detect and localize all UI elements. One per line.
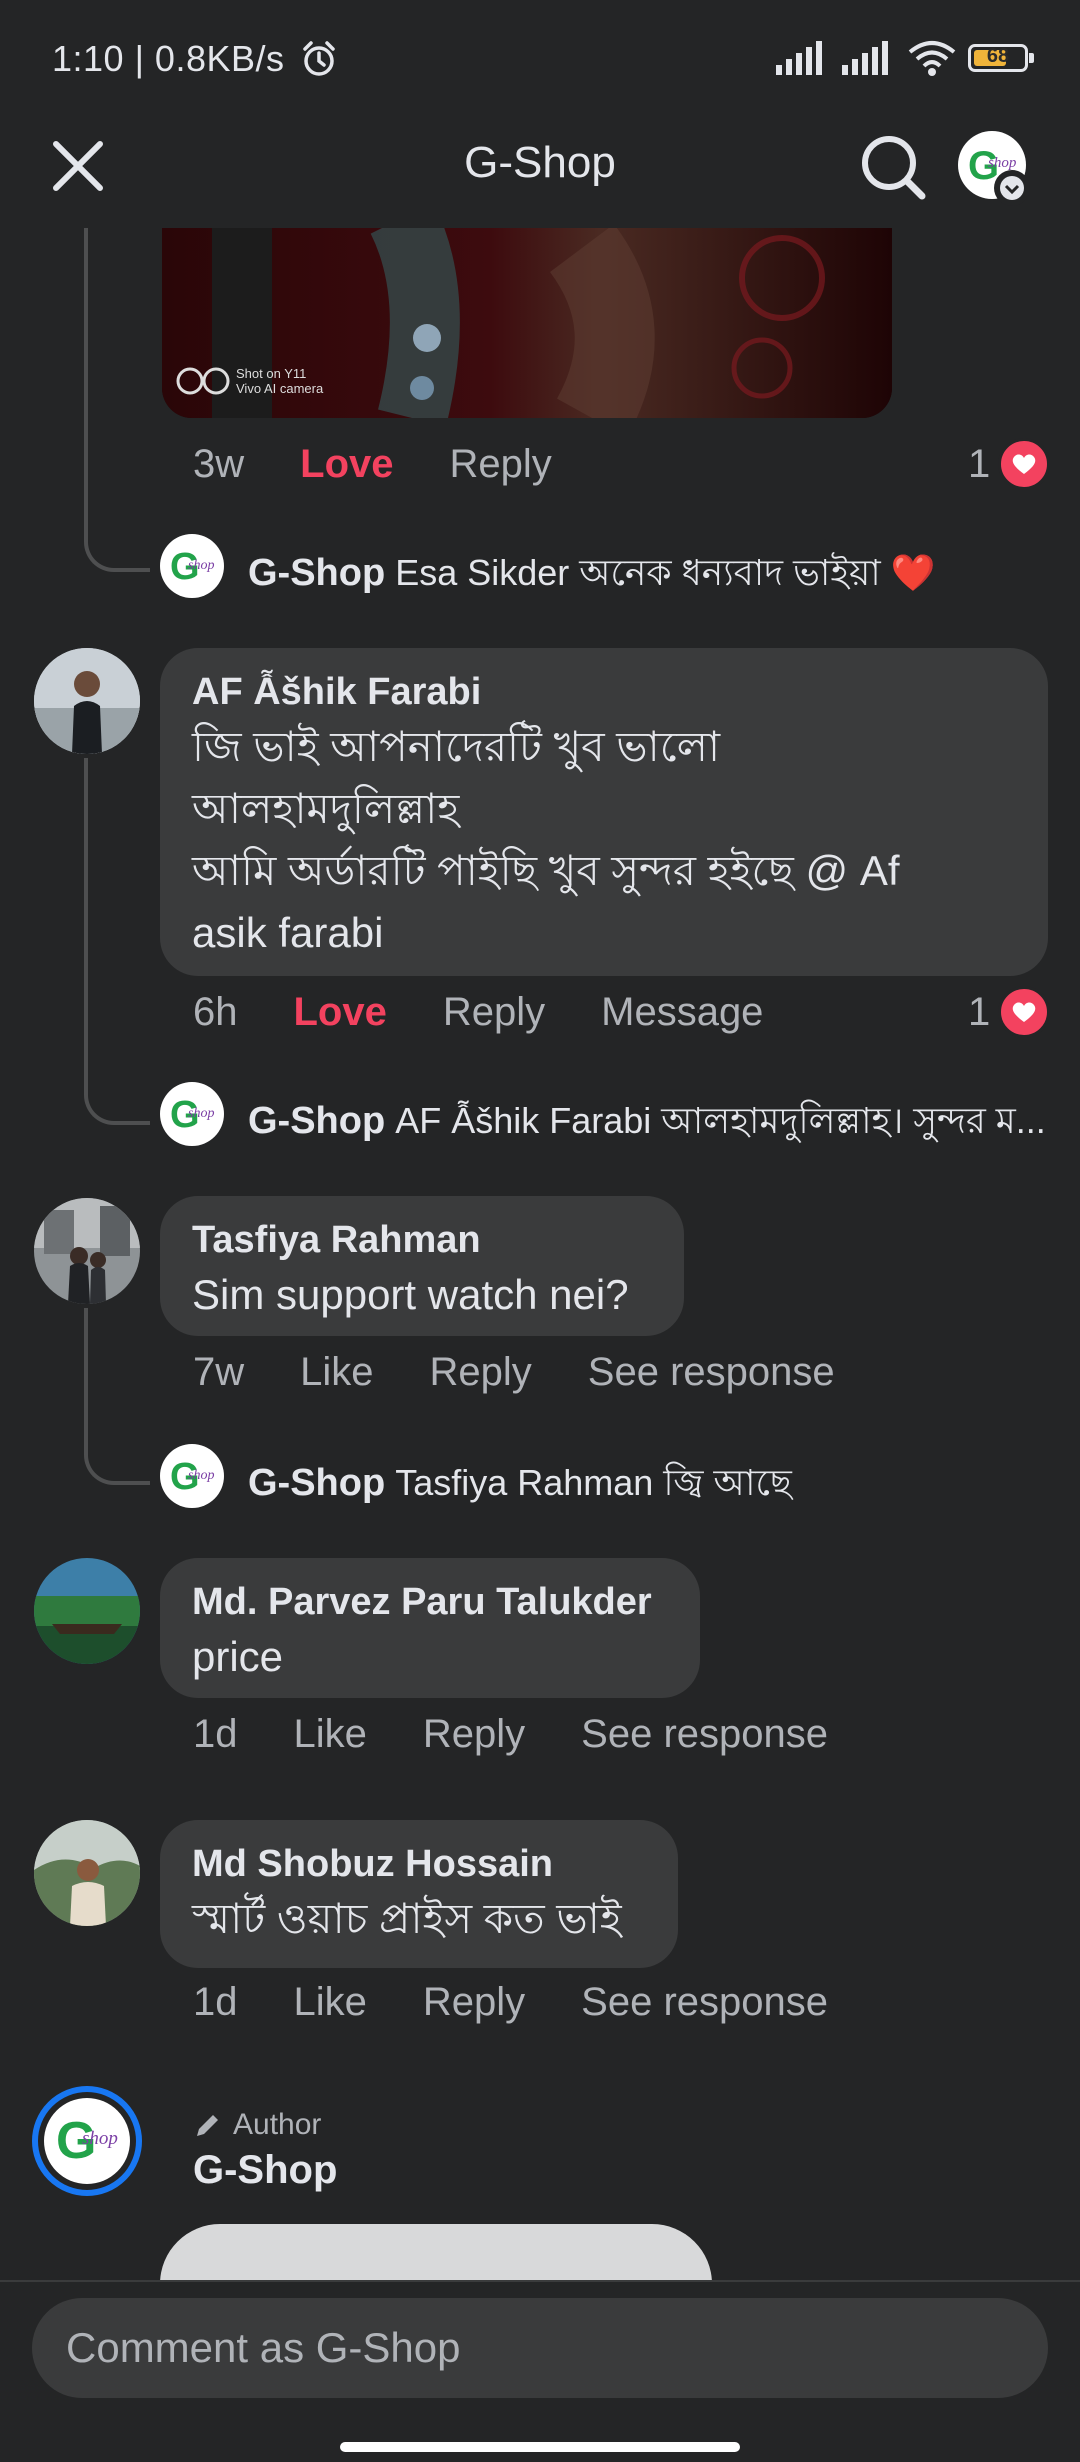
heart-icon bbox=[998, 438, 1051, 490]
page-reply[interactable]: G-Shop AF Ẫšhik Farabi আলহামদুলিল্লাহ। সু… bbox=[248, 1094, 1048, 1154]
comment-time: 3w bbox=[193, 442, 245, 486]
avatar[interactable] bbox=[34, 1198, 140, 1304]
author-avatar-ring[interactable]: G shop bbox=[32, 2086, 142, 2196]
thread-connector bbox=[84, 228, 150, 572]
signal-icon bbox=[776, 41, 822, 75]
gshop-avatar[interactable]: G shop bbox=[160, 534, 224, 598]
comment-text: জি ভাই আপনাদেরটি খুব ভালো bbox=[192, 723, 721, 770]
comment-text: আলহামদুলিল্লাহ bbox=[192, 785, 460, 832]
comment-text: asik farabi bbox=[192, 909, 384, 956]
comment-author[interactable]: Md Shobuz Hossain bbox=[192, 1840, 646, 1888]
author-comment-bubble[interactable] bbox=[160, 2224, 712, 2280]
comment-actions: 3w Love Reply bbox=[193, 442, 608, 487]
author-name[interactable]: G-Shop bbox=[193, 2148, 337, 2193]
comment-photo[interactable]: Shot on Y11 Vivo AI camera bbox=[162, 228, 892, 418]
gshop-avatar: G shop bbox=[44, 2098, 130, 2184]
svg-text:shop: shop bbox=[188, 558, 214, 573]
love-button[interactable]: Love bbox=[294, 990, 387, 1035]
avatar[interactable] bbox=[34, 1558, 140, 1664]
reply-text: Esa Sikder অনেক ধন্যবাদ ভাইয়া ❤️ bbox=[395, 552, 936, 593]
comment-author[interactable]: Tasfiya Rahman bbox=[192, 1216, 652, 1264]
author-badge: Author bbox=[193, 2108, 321, 2142]
like-button[interactable]: Like bbox=[294, 1980, 367, 2025]
reply-text: Tasfiya Rahman জ্বি আছে bbox=[395, 1462, 792, 1503]
reply-text: AF Ẫšhik Farabi আলহামদুলিল্লাহ। সুন্দর ম… bbox=[395, 1100, 1046, 1141]
comment-bubble[interactable]: Md. Parvez Paru Talukder price bbox=[160, 1558, 700, 1698]
avatar[interactable] bbox=[34, 1820, 140, 1926]
reply-button[interactable]: Reply bbox=[450, 442, 552, 487]
search-icon[interactable] bbox=[858, 132, 928, 202]
comments-list[interactable]: Shot on Y11 Vivo AI camera 3w Love Reply… bbox=[0, 228, 1080, 2280]
comment-time: 6h bbox=[193, 990, 238, 1034]
app-bar: G-Shop G shop bbox=[0, 128, 1080, 228]
status-icons: 68 bbox=[776, 40, 1034, 76]
battery-icon: 68 bbox=[968, 44, 1034, 72]
comment-time: 1d bbox=[193, 1980, 238, 2024]
svg-text:shop: shop bbox=[188, 1468, 214, 1483]
thread-connector bbox=[84, 1308, 150, 1485]
camera-logo-icon bbox=[176, 367, 230, 395]
comment-bubble[interactable]: Tasfiya Rahman Sim support watch nei? bbox=[160, 1196, 684, 1336]
like-button[interactable]: Like bbox=[300, 1350, 373, 1395]
comment-composer: Comment as G-Shop bbox=[0, 2280, 1080, 2462]
page-reply[interactable]: G-Shop Tasfiya Rahman জ্বি আছে bbox=[248, 1456, 1048, 1516]
alarm-icon bbox=[303, 41, 335, 76]
status-bar: 1:10 | 0.8KB/s 68 bbox=[0, 0, 1080, 128]
comment-actions: 6h Love Reply Message bbox=[193, 990, 819, 1035]
signal-icon bbox=[842, 41, 888, 75]
love-button[interactable]: Love bbox=[300, 442, 393, 487]
status-time: 1:10 | 0.8KB/s bbox=[52, 38, 339, 80]
comment-bubble[interactable]: Md Shobuz Hossain স্মার্ট ওয়াচ প্রাইস ক… bbox=[160, 1820, 678, 1968]
pencil-icon bbox=[197, 2115, 218, 2136]
gshop-avatar[interactable]: G shop bbox=[160, 1444, 224, 1508]
wifi-icon bbox=[908, 41, 956, 76]
comment-input[interactable]: Comment as G-Shop bbox=[32, 2298, 1048, 2398]
like-button[interactable]: Like bbox=[294, 1712, 367, 1757]
svg-text:shop: shop bbox=[988, 155, 1017, 171]
comment-time: 1d bbox=[193, 1712, 238, 1756]
comment-author[interactable]: Md. Parvez Paru Talukder bbox=[192, 1578, 668, 1626]
comment-actions: 1d Like Reply See response bbox=[193, 1712, 884, 1757]
comment-actions: 7w Like Reply See response bbox=[193, 1350, 891, 1395]
comment-text: স্মার্ট ওয়াচ প্রাইস কত ভাই bbox=[192, 1895, 622, 1942]
reply-author: G-Shop bbox=[248, 1462, 386, 1504]
comment-text: Sim support watch nei? bbox=[192, 1271, 629, 1318]
gshop-avatar[interactable]: G shop bbox=[160, 1082, 224, 1146]
comment-time: 7w bbox=[193, 1350, 245, 1394]
comment-bubble[interactable]: AF Ẫšhik Farabi জি ভাই আপনাদেরটি খুব ভাল… bbox=[160, 648, 1048, 976]
thread-connector bbox=[84, 758, 150, 1125]
comment-actions: 1d Like Reply See response bbox=[193, 1980, 884, 2025]
reply-author: G-Shop bbox=[248, 1100, 386, 1142]
comment-author[interactable]: AF Ẫšhik Farabi bbox=[192, 668, 1016, 716]
comment-text: price bbox=[192, 1633, 284, 1680]
chevron-down-icon[interactable] bbox=[994, 170, 1030, 206]
see-response-button[interactable]: See response bbox=[581, 1712, 828, 1757]
svg-text:shop: shop bbox=[82, 2128, 118, 2149]
heart-icon bbox=[998, 986, 1051, 1038]
avatar[interactable] bbox=[34, 648, 140, 754]
reaction-count[interactable]: 1 bbox=[968, 438, 1051, 490]
reply-button[interactable]: Reply bbox=[423, 1980, 525, 2025]
reply-button[interactable]: Reply bbox=[443, 990, 545, 1035]
reply-button[interactable]: Reply bbox=[423, 1712, 525, 1757]
svg-text:shop: shop bbox=[188, 1106, 214, 1121]
reply-author: G-Shop bbox=[248, 552, 386, 594]
reaction-count[interactable]: 1 bbox=[968, 986, 1051, 1038]
message-button[interactable]: Message bbox=[601, 990, 763, 1035]
comment-text: আমি অর্ডারটি পাইছি খুব সুন্দর হইছে @ Af bbox=[192, 847, 900, 894]
home-indicator[interactable] bbox=[340, 2442, 740, 2452]
reply-button[interactable]: Reply bbox=[430, 1350, 532, 1395]
page-reply[interactable]: G-Shop Esa Sikder অনেক ধন্যবাদ ভাইয়া ❤️ bbox=[248, 546, 1048, 606]
see-response-button[interactable]: See response bbox=[588, 1350, 835, 1395]
see-response-button[interactable]: See response bbox=[581, 1980, 828, 2025]
photo-watermark: Shot on Y11 Vivo AI camera bbox=[176, 366, 323, 396]
